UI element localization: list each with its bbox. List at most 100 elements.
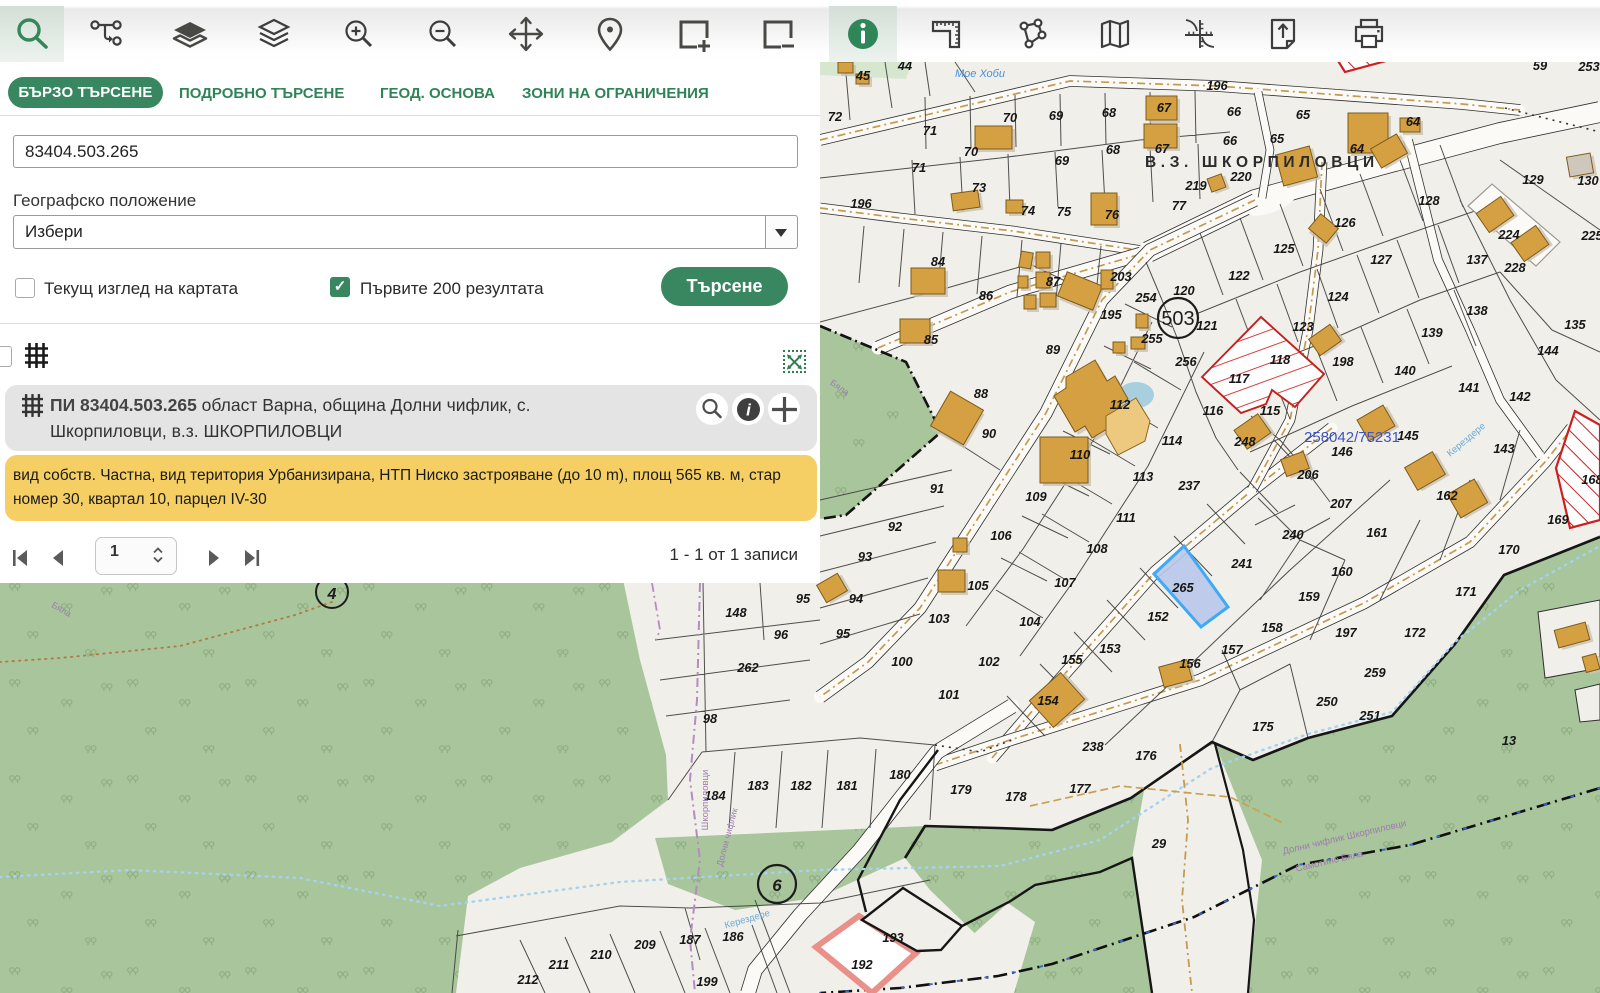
svg-text:254: 254 xyxy=(1134,290,1156,305)
svg-text:137: 137 xyxy=(1466,252,1488,267)
svg-text:96: 96 xyxy=(774,627,789,642)
svg-text:13: 13 xyxy=(1502,733,1516,748)
svg-text:75: 75 xyxy=(1057,204,1072,219)
svg-text:241: 241 xyxy=(1230,556,1252,571)
svg-text:64: 64 xyxy=(1406,114,1420,129)
svg-text:168: 168 xyxy=(1581,472,1600,487)
svg-text:129: 129 xyxy=(1522,172,1544,187)
svg-text:98: 98 xyxy=(703,711,718,726)
svg-text:212: 212 xyxy=(516,972,538,987)
svg-text:87: 87 xyxy=(1046,274,1061,289)
svg-text:115: 115 xyxy=(1260,403,1281,418)
svg-text:121: 121 xyxy=(1196,318,1217,333)
svg-text:183: 183 xyxy=(747,778,768,793)
svg-text:70: 70 xyxy=(964,144,978,159)
svg-text:143: 143 xyxy=(1493,441,1514,456)
svg-text:250: 250 xyxy=(1315,694,1337,709)
svg-text:85: 85 xyxy=(924,332,939,347)
svg-text:104: 104 xyxy=(1019,614,1040,629)
svg-text:105: 105 xyxy=(967,578,989,593)
svg-text:125: 125 xyxy=(1273,241,1295,256)
svg-text:198: 198 xyxy=(1332,354,1354,369)
svg-text:95: 95 xyxy=(796,591,811,606)
svg-text:92: 92 xyxy=(888,519,902,534)
svg-text:139: 139 xyxy=(1421,325,1443,340)
svg-text:219: 219 xyxy=(1184,178,1207,193)
svg-text:178: 178 xyxy=(1005,789,1027,804)
svg-text:237: 237 xyxy=(1177,478,1200,493)
svg-text:100: 100 xyxy=(891,654,912,669)
svg-text:141: 141 xyxy=(1458,380,1479,395)
svg-text:138: 138 xyxy=(1466,303,1488,318)
svg-text:111: 111 xyxy=(1116,510,1135,525)
svg-text:130: 130 xyxy=(1577,173,1598,188)
svg-text:255: 255 xyxy=(1140,331,1163,346)
svg-text:169: 169 xyxy=(1547,512,1569,527)
svg-text:225: 225 xyxy=(1580,228,1600,243)
svg-text:69: 69 xyxy=(1049,108,1064,123)
svg-text:258042/75231: 258042/75231 xyxy=(1304,429,1400,446)
svg-text:180: 180 xyxy=(889,767,910,782)
svg-text:90: 90 xyxy=(982,426,996,441)
svg-text:68: 68 xyxy=(1102,105,1117,120)
svg-text:228: 228 xyxy=(1503,260,1526,275)
svg-text:171: 171 xyxy=(1455,584,1476,599)
svg-text:Шкорпиловци: Шкорпиловци xyxy=(700,770,711,831)
svg-text:172: 172 xyxy=(1404,625,1425,640)
svg-text:86: 86 xyxy=(979,288,994,303)
svg-text:70: 70 xyxy=(1003,110,1017,125)
svg-text:127: 127 xyxy=(1370,252,1392,267)
svg-text:155: 155 xyxy=(1061,652,1083,667)
svg-text:196: 196 xyxy=(850,196,872,211)
svg-text:181: 181 xyxy=(836,778,857,793)
svg-text:161: 161 xyxy=(1366,525,1387,540)
svg-text:126: 126 xyxy=(1334,215,1356,230)
svg-text:120: 120 xyxy=(1173,283,1194,298)
svg-text:106: 106 xyxy=(990,528,1012,543)
svg-text:Мое Хоби: Мое Хоби xyxy=(955,68,1005,80)
svg-text:182: 182 xyxy=(790,778,811,793)
svg-text:157: 157 xyxy=(1221,642,1243,657)
svg-text:109: 109 xyxy=(1025,489,1047,504)
svg-text:152: 152 xyxy=(1147,609,1168,624)
svg-text:4: 4 xyxy=(327,586,337,603)
svg-text:224: 224 xyxy=(1497,227,1519,242)
svg-text:197: 197 xyxy=(1335,625,1357,640)
svg-text:156: 156 xyxy=(1179,656,1201,671)
svg-text:65: 65 xyxy=(1296,107,1311,122)
svg-text:71: 71 xyxy=(923,123,937,138)
svg-text:220: 220 xyxy=(1229,169,1251,184)
svg-text:140: 140 xyxy=(1394,363,1415,378)
svg-text:196: 196 xyxy=(1206,78,1228,93)
svg-text:210: 210 xyxy=(589,947,611,962)
svg-text:195: 195 xyxy=(1100,307,1122,322)
svg-text:256: 256 xyxy=(1174,354,1197,369)
svg-text:77: 77 xyxy=(1172,198,1187,213)
svg-text:66: 66 xyxy=(1223,133,1238,148)
svg-text:93: 93 xyxy=(858,549,872,564)
svg-text:122: 122 xyxy=(1228,268,1249,283)
svg-text:238: 238 xyxy=(1081,739,1104,754)
svg-text:160: 160 xyxy=(1331,564,1352,579)
svg-text:206: 206 xyxy=(1296,467,1319,482)
svg-text:84: 84 xyxy=(931,254,945,269)
svg-text:203: 203 xyxy=(1109,269,1131,284)
svg-text:262: 262 xyxy=(736,660,758,675)
svg-text:74: 74 xyxy=(1021,203,1035,218)
svg-text:265: 265 xyxy=(1171,580,1194,595)
svg-text:175: 175 xyxy=(1252,719,1274,734)
svg-text:251: 251 xyxy=(1358,708,1380,723)
svg-text:73: 73 xyxy=(972,180,986,195)
svg-text:94: 94 xyxy=(849,591,863,606)
svg-text:107: 107 xyxy=(1054,575,1076,590)
svg-text:72: 72 xyxy=(828,109,842,124)
svg-text:145: 145 xyxy=(1397,428,1419,443)
svg-text:71: 71 xyxy=(912,160,926,175)
svg-text:114: 114 xyxy=(1162,433,1182,448)
svg-text:158: 158 xyxy=(1261,620,1283,635)
svg-text:176: 176 xyxy=(1135,748,1157,763)
svg-text:124: 124 xyxy=(1327,289,1348,304)
svg-text:128: 128 xyxy=(1418,193,1440,208)
svg-text:142: 142 xyxy=(1509,389,1530,404)
svg-text:113: 113 xyxy=(1133,469,1153,484)
